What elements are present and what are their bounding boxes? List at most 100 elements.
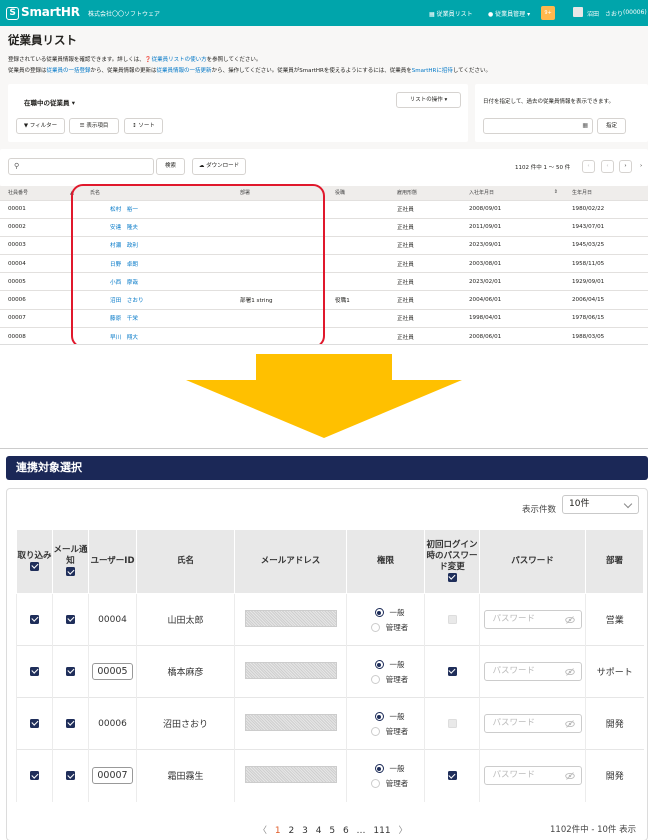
dept-cell: 開発 xyxy=(585,697,644,750)
columns-button[interactable]: ☰ 表示項目 xyxy=(69,118,119,134)
user-id-input[interactable]: 00007 xyxy=(92,767,133,785)
column-header-email: メールアドレス xyxy=(234,529,347,594)
role-admin-option[interactable]: 管理者 xyxy=(355,620,424,635)
table-row: 00006 沼田さおり 一般 管理者 パスワード 開発 xyxy=(16,697,644,750)
eye-off-icon[interactable] xyxy=(564,720,575,728)
pwchange-all-checkbox[interactable] xyxy=(447,572,457,582)
link-target-table: 取り込み メール通知 ユーザーID 氏名 メールアドレス 権限 初回ログイン時の… xyxy=(16,529,644,802)
import-checkbox[interactable] xyxy=(30,666,39,676)
mail-cell xyxy=(52,697,89,750)
cell-id: 00002 xyxy=(0,217,62,237)
cell-born: 1929/09/01 xyxy=(564,272,648,291)
page-link[interactable]: 5 xyxy=(329,826,335,836)
first-page-button[interactable]: ‹ xyxy=(582,160,595,173)
mail-checkbox[interactable] xyxy=(66,770,75,780)
eye-off-icon[interactable] xyxy=(564,616,575,624)
page-link[interactable]: 111 xyxy=(373,826,390,836)
mail-cell xyxy=(52,645,89,698)
mail-cell xyxy=(52,749,89,802)
cell-id: 00006 xyxy=(0,290,62,310)
user-id-input[interactable]: 00005 xyxy=(92,663,133,680)
user-name: 山田太郎 xyxy=(136,593,235,646)
filter-button[interactable]: ▼ フィルター xyxy=(16,118,65,134)
bulk-register-link[interactable]: 従業員の一括登録 xyxy=(47,68,91,74)
mail-cell xyxy=(52,593,89,646)
list-ops-button[interactable]: リストの操作 ▾ xyxy=(396,92,461,108)
password-input[interactable]: パスワード xyxy=(483,610,582,629)
link-target-screenshot: 連携対象選択 表示件数 10件 取り込み メール通知 ユーザーID 氏名 メール… xyxy=(0,448,648,840)
role-admin-option[interactable]: 管理者 xyxy=(355,672,424,687)
password-input[interactable]: パスワード xyxy=(483,714,582,733)
role-general-option[interactable]: 一般 xyxy=(355,761,424,776)
eye-off-icon[interactable] xyxy=(564,772,575,780)
column-header-type[interactable]: 雇用形態 xyxy=(389,186,461,200)
specify-button[interactable]: 指定 xyxy=(597,118,626,134)
prev-page-button[interactable]: 〈 xyxy=(258,826,267,836)
import-checkbox[interactable] xyxy=(30,770,39,780)
column-header-title[interactable]: 役職 xyxy=(327,186,389,200)
logo-icon: S xyxy=(6,7,19,20)
role-general-option[interactable]: 一般 xyxy=(355,605,424,620)
date-input[interactable]: ▦ xyxy=(483,118,593,134)
password-input[interactable]: パスワード xyxy=(483,662,582,681)
cell-joined: 2023/09/01 xyxy=(461,235,564,255)
table-row: 00005 橋本麻彦 一般 管理者 パスワード サポート xyxy=(16,645,644,698)
table-header-row: 取り込み メール通知 ユーザーID 氏名 メールアドレス 権限 初回ログイン時の… xyxy=(16,529,644,594)
cell-type: 正社員 xyxy=(389,254,461,273)
column-header-joined[interactable]: 入社年月日 ⇕ xyxy=(461,186,564,200)
role-general-option[interactable]: 一般 xyxy=(355,657,424,672)
pwchange-checkbox[interactable] xyxy=(447,666,457,676)
mail-checkbox[interactable] xyxy=(66,718,75,728)
import-checkbox[interactable] xyxy=(30,614,39,624)
page-link[interactable]: 4 xyxy=(316,826,322,836)
column-header-born[interactable]: 生年月日 xyxy=(564,186,648,200)
sort-button[interactable]: ↕ ソート xyxy=(124,118,163,134)
eye-off-icon[interactable] xyxy=(564,668,575,676)
next-page-button[interactable]: › xyxy=(619,160,632,173)
bulk-update-link[interactable]: 従業員情報の一括更新 xyxy=(157,68,212,74)
import-all-checkbox[interactable] xyxy=(30,561,39,571)
page-link[interactable]: 6 xyxy=(343,826,349,836)
next-page-button[interactable]: 〉 xyxy=(398,826,407,836)
logo-text: SmartHR xyxy=(21,5,80,19)
mail-checkbox[interactable] xyxy=(66,614,75,624)
download-button[interactable]: ☁ ダウンロード xyxy=(192,158,246,175)
avatar[interactable] xyxy=(573,7,583,17)
last-page-icon[interactable]: › xyxy=(640,163,642,169)
role-general-option[interactable]: 一般 xyxy=(355,709,424,724)
role-radio-group: 一般 管理者 xyxy=(346,749,425,802)
nav-employee-list[interactable]: ▦ 従業員リスト xyxy=(429,9,473,18)
pwchange-checkbox[interactable] xyxy=(447,770,457,780)
usage-link[interactable]: 従業員リストの使い方 xyxy=(152,57,207,63)
prev-page-button[interactable]: ‹ xyxy=(601,160,614,173)
import-checkbox[interactable] xyxy=(30,718,39,728)
cell-type: 正社員 xyxy=(389,272,461,291)
app-header: S SmartHR 株式会社〇〇ソフトウェア ▦ 従業員リスト ● 従業員管理 ▾… xyxy=(0,0,648,26)
page-link[interactable]: 1 xyxy=(275,826,281,836)
radio-off-icon xyxy=(370,623,380,632)
nav-employee-manage[interactable]: ● 従業員管理 ▾ xyxy=(488,9,530,18)
page-link[interactable]: 3 xyxy=(302,826,308,836)
page-link[interactable]: 2 xyxy=(289,826,295,836)
radio-on-icon xyxy=(374,660,384,669)
user-name[interactable]: 沼田 さおり xyxy=(587,9,623,18)
mail-all-checkbox[interactable] xyxy=(66,567,75,576)
invite-link[interactable]: SmartHRに招待 xyxy=(412,68,453,74)
role-admin-option[interactable]: 管理者 xyxy=(355,776,424,791)
page-ellipsis: … xyxy=(356,826,366,836)
notification-badge[interactable]: 9+ xyxy=(541,6,555,20)
search-input[interactable]: ⚲ xyxy=(8,158,154,175)
cell-type: 正社員 xyxy=(389,235,461,255)
smarthr-logo[interactable]: S SmartHR xyxy=(6,5,80,20)
role-admin-option[interactable]: 管理者 xyxy=(355,724,424,739)
radio-on-icon xyxy=(374,712,384,721)
role-admin-label: 管理者 xyxy=(385,674,409,684)
password-input[interactable]: パスワード xyxy=(483,766,582,786)
page-size-select[interactable]: 10件 xyxy=(562,495,639,514)
password-placeholder: パスワード xyxy=(492,770,536,781)
employee-status-select[interactable]: 在職中の従業員 ▾ xyxy=(24,97,75,107)
column-header-name: 氏名 xyxy=(136,529,235,594)
search-button[interactable]: 検索 xyxy=(156,158,185,175)
mail-checkbox[interactable] xyxy=(66,666,75,676)
column-header-id[interactable]: 社員番号 xyxy=(0,186,62,200)
